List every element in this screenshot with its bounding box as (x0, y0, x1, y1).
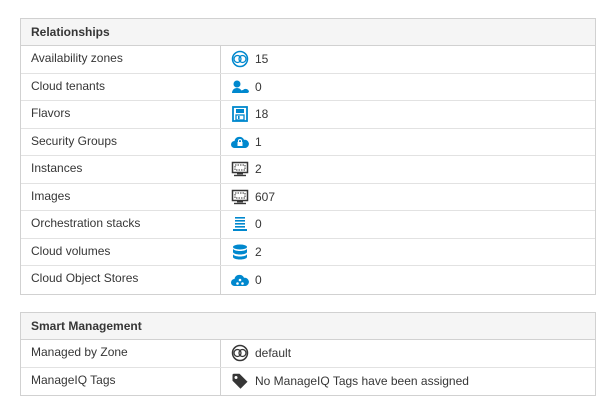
row-value: 15 (255, 52, 269, 67)
cloud-object-stores-link[interactable]: 0 (221, 266, 595, 294)
table-row: Managed by Zone default (21, 340, 595, 368)
relationships-panel: Relationships Availability zones 15 Clou… (20, 18, 596, 295)
row-label: Flavors (21, 101, 221, 128)
tag-icon (231, 372, 249, 390)
table-row: Security Groups 1 (21, 128, 595, 156)
cloud-volumes-link[interactable]: 2 (221, 239, 595, 266)
row-label: Cloud tenants (21, 73, 221, 100)
orchestration-stack-icon (231, 215, 249, 233)
row-label: Instances (21, 156, 221, 183)
object-store-icon (231, 271, 249, 289)
availability-zones-link[interactable]: 15 (221, 46, 595, 73)
row-value: 18 (255, 107, 269, 122)
table-row: Instances 2 (21, 156, 595, 184)
instance-icon (231, 160, 249, 178)
row-value: 0 (255, 272, 262, 287)
row-label: Cloud Object Stores (21, 266, 221, 294)
row-label: Security Groups (21, 128, 221, 155)
table-row: Flavors 18 (21, 101, 595, 129)
row-value: 607 (255, 189, 276, 204)
smart-management-panel: Smart Management Managed by Zone default… (20, 312, 596, 396)
flavors-link[interactable]: 18 (221, 101, 595, 128)
cloud-volume-icon (231, 243, 249, 261)
orchestration-stacks-link[interactable]: 0 (221, 211, 595, 238)
row-value: default (255, 346, 292, 361)
table-row: Cloud Object Stores 0 (21, 266, 595, 294)
table-row: ManageIQ Tags No ManageIQ Tags have been… (21, 367, 595, 396)
table-row: Cloud volumes 2 (21, 238, 595, 266)
flavor-icon (231, 105, 249, 123)
row-value: 0 (255, 217, 262, 232)
row-value: 0 (255, 79, 262, 94)
row-label: Availability zones (21, 46, 221, 73)
security-group-icon (231, 133, 249, 151)
zone-icon (231, 344, 249, 362)
row-value: No ManageIQ Tags have been assigned (255, 374, 469, 389)
table-row: Orchestration stacks 0 (21, 211, 595, 239)
smart-management-header: Smart Management (21, 313, 595, 340)
row-label: Images (21, 183, 221, 210)
cloud-tenant-icon (231, 78, 249, 96)
security-groups-link[interactable]: 1 (221, 129, 595, 156)
row-value: 2 (255, 244, 262, 259)
cloud-tenants-link[interactable]: 0 (221, 74, 595, 101)
row-label: Cloud volumes (21, 238, 221, 265)
row-value: 1 (255, 134, 262, 149)
relationships-header: Relationships (21, 19, 595, 46)
table-row: Availability zones 15 (21, 46, 595, 74)
managed-by-zone-link[interactable]: default (221, 340, 595, 367)
manageiq-tags-value: No ManageIQ Tags have been assigned (221, 368, 595, 396)
availability-zone-icon (231, 50, 249, 68)
image-icon (231, 188, 249, 206)
row-label: Orchestration stacks (21, 211, 221, 238)
row-label: Managed by Zone (21, 340, 221, 367)
images-link[interactable]: 607 (221, 184, 595, 211)
row-value: 2 (255, 162, 262, 177)
instances-link[interactable]: 2 (221, 156, 595, 183)
table-row: Images 607 (21, 183, 595, 211)
row-label: ManageIQ Tags (21, 367, 221, 395)
table-row: Cloud tenants 0 (21, 73, 595, 101)
